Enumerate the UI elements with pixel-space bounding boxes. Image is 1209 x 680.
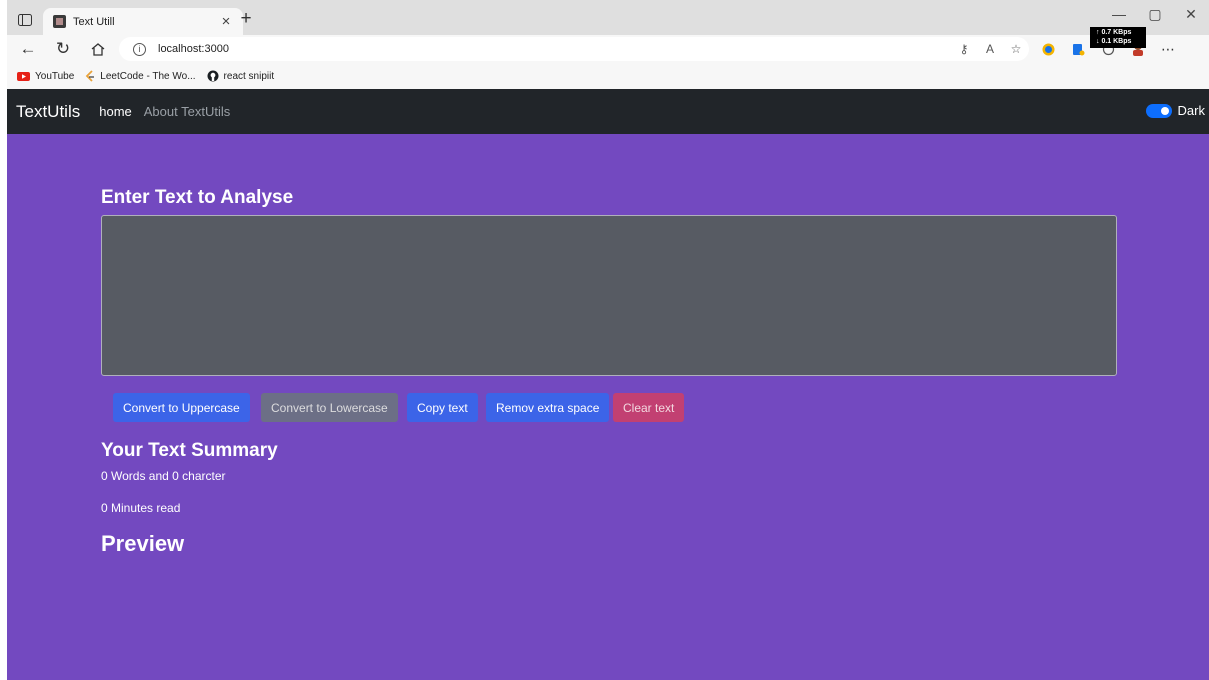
dark-mode-switch[interactable] [1145,103,1172,118]
network-upload: ↑ 0.7 KBps [1096,29,1132,36]
github-icon [207,70,219,82]
tab-actions-icon[interactable] [15,10,35,30]
refresh-icon[interactable]: ↻ [52,38,74,60]
leetcode-icon [85,70,95,82]
clear-text-button[interactable]: Clear text [613,393,685,422]
minimize-button[interactable]: — [1101,6,1137,23]
url-field[interactable]: i localhost:3000 ⚷ A ☆ [119,37,1029,61]
navbar-brand[interactable]: TextUtils [16,102,80,122]
nav-link-about[interactable]: About TextUtils [144,104,230,119]
remove-extra-space-button[interactable]: Remov extra space [486,393,610,422]
bookmark-leetcode[interactable]: LeetCode - The Wo... [85,70,196,82]
tab-close-icon[interactable]: × [215,13,237,30]
address-bar: ← ↻ i localhost:3000 ⚷ A ☆ ⋯ [7,35,1209,63]
bookmark-label: react snipiit [223,70,275,82]
copy-text-button[interactable]: Copy text [407,393,478,422]
text-input-area[interactable] [101,215,1117,376]
bookmark-label: LeetCode - The Wo... [100,70,196,82]
network-speed-badge: ↑ 0.7 KBps ↓ 0.1 KBps [1090,27,1146,48]
bookmark-label: YouTube [35,70,75,82]
dark-mode-toggle[interactable]: Dark [1145,103,1205,118]
favorites-star-icon[interactable]: ☆ [1003,37,1029,61]
window-edge [0,0,7,680]
restore-button[interactable]: ▢ [1137,6,1173,23]
url-text: localhost:3000 [158,43,229,55]
textarea-heading: Enter Text to Analyse [101,187,294,208]
window-controls: — ▢ ✕ [1101,6,1209,23]
tab-favicon-icon [53,15,66,28]
app-navbar: TextUtils home About TextUtils Dark [7,89,1209,134]
youtube-icon [17,71,30,81]
nav-link-home[interactable]: home [99,104,132,119]
bookmark-react-snipiit[interactable]: react snipiit [207,70,275,82]
new-tab-button[interactable]: + [235,8,257,30]
network-download: ↓ 0.1 KBps [1096,38,1132,45]
browser-tab[interactable]: Text Utill × [43,8,243,35]
convert-uppercase-button[interactable]: Convert to Uppercase [113,393,250,422]
url-actions: ⚷ A ☆ [951,37,1029,61]
extension-blue-icon[interactable] [1063,37,1093,61]
convert-lowercase-button[interactable]: Convert to Lowercase [261,393,398,422]
dark-mode-label: Dark [1177,103,1205,118]
browser-window: Text Utill × + — ▢ ✕ ↑ 0.7 KBps ↓ 0.1 KB… [7,0,1209,680]
page-content: TextUtils home About TextUtils Dark Ente… [7,89,1209,680]
site-info-icon[interactable]: i [133,42,146,56]
more-options-icon[interactable]: ⋯ [1153,37,1183,61]
title-bar: Text Utill × + — ▢ ✕ [7,0,1209,35]
tab-title: Text Utill [73,15,115,28]
summary-title: Your Text Summary [101,440,278,461]
word-count-text: 0 Words and 0 charcter [101,469,226,483]
key-icon[interactable]: ⚷ [951,37,977,61]
preview-title: Preview [101,531,185,556]
bookmark-youtube[interactable]: YouTube [17,71,74,82]
close-button[interactable]: ✕ [1173,6,1209,23]
read-aloud-icon[interactable]: A [977,37,1003,61]
bookmarks-bar: YouTube LeetCode - The Wo... react snipi… [7,63,1209,89]
back-arrow-icon[interactable]: ← [17,38,39,60]
extension-green-icon[interactable] [1033,37,1063,61]
home-icon[interactable] [87,38,109,60]
read-time-text: 0 Minutes read [101,501,181,515]
